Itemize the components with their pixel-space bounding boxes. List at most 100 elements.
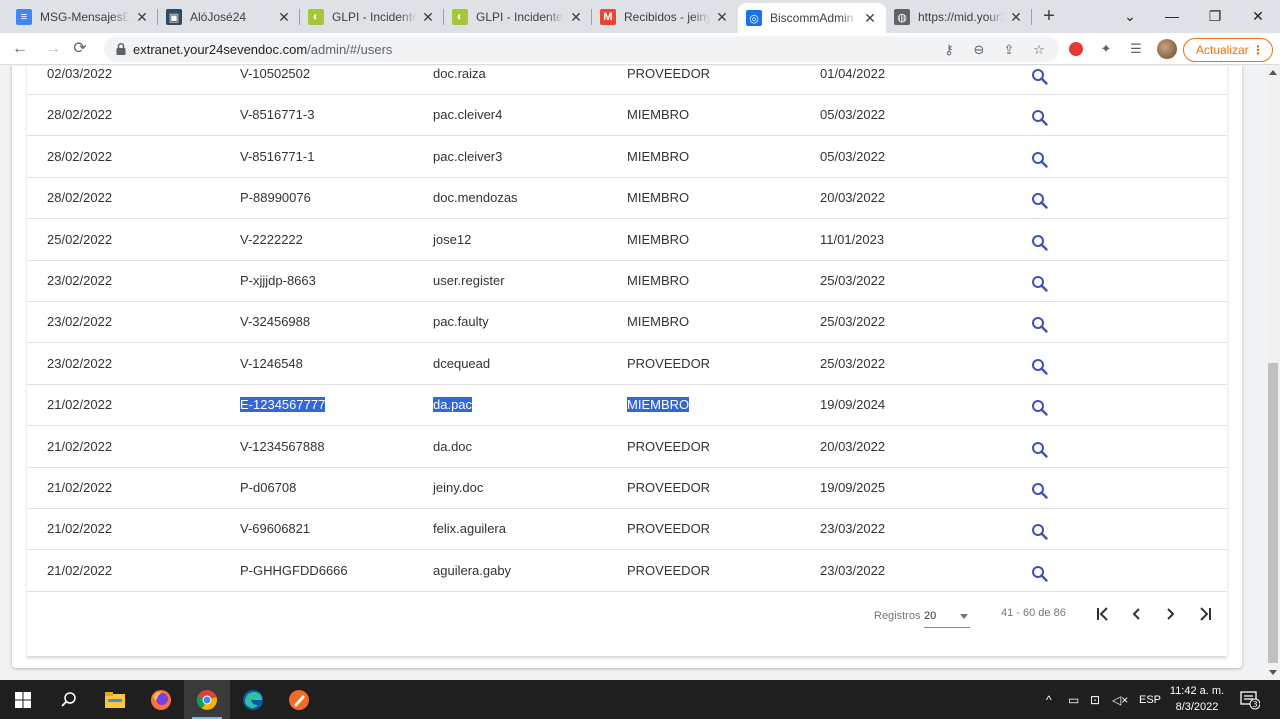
close-tab-icon[interactable]: ✕ (1008, 9, 1024, 26)
close-tab-icon[interactable]: ✕ (276, 9, 292, 26)
profile-avatar[interactable] (1157, 39, 1177, 59)
close-tab-icon[interactable]: ✕ (568, 9, 584, 26)
view-user-search-icon[interactable] (1030, 315, 1050, 335)
browser-toolbar: ← → ⟳ extranet.your24sevendoc.com/admin/… (0, 33, 1280, 65)
bookmark-star-icon[interactable]: ☆ (1030, 41, 1048, 59)
document-id-cell-text: V-1246548 (240, 355, 303, 371)
view-user-search-icon[interactable] (1030, 191, 1050, 211)
previous-page-button[interactable] (1125, 602, 1149, 626)
dropdown-arrow-icon (960, 614, 968, 619)
language-indicator[interactable]: ESP (1139, 680, 1161, 719)
username-cell: pac.faulty (433, 314, 489, 329)
clock-time: 11:42 a. m. (1169, 685, 1225, 697)
view-user-search-icon[interactable] (1030, 398, 1050, 418)
tab-title: https://mid.your2 (918, 10, 1004, 24)
page-range-label: 41 - 60 de 86 (1001, 607, 1066, 619)
page-size-label: Registros (874, 610, 921, 622)
browser-tab-3[interactable]: ◐ GLPI - Incidentes ✕ (300, 3, 444, 31)
share-icon[interactable]: ⇪ (1000, 41, 1018, 59)
forward-button[interactable]: → (42, 38, 64, 60)
expiry-date-cell: 23/03/2022 (820, 563, 885, 578)
firefox-app[interactable] (138, 680, 184, 719)
page-size-select[interactable]: 20 (924, 606, 970, 628)
document-id-cell: V-8516771-3 (240, 107, 314, 122)
paint-app[interactable] (276, 680, 322, 719)
page-size-value: 20 (924, 610, 937, 622)
view-user-search-icon[interactable] (1030, 108, 1050, 128)
extensions-puzzle-icon[interactable]: ✦ (1097, 40, 1115, 58)
table-row: 21/02/2022 V-69606821 felix.aguilera PROVEE… (27, 509, 1227, 551)
document-id-cell-text: V-69606821 (240, 521, 311, 537)
battery-icon[interactable]: ▭ (1068, 680, 1079, 719)
browser-tab-7[interactable]: ◍ https://mid.your2 ✕ (886, 3, 1032, 31)
username-cell: doc.mendozas (433, 190, 518, 205)
tab-title: Recibidos - jeiny (624, 10, 710, 24)
tab-search-button[interactable]: ⌄ (1110, 4, 1150, 28)
notifications-button[interactable]: 3 (1240, 680, 1260, 719)
tray-chevron-icon[interactable]: ^ (1046, 680, 1052, 719)
windows-taskbar: ^ ▭ ⊡ ◁× ESP 11:42 a. m. 8/3/2022 3 (0, 680, 1280, 719)
reload-button[interactable]: ⟳ (69, 38, 91, 60)
back-button[interactable]: ← (9, 38, 31, 60)
edge-app[interactable] (230, 680, 276, 719)
view-user-search-icon[interactable] (1030, 481, 1050, 501)
taskbar-search-button[interactable] (46, 680, 92, 719)
scroll-up-icon[interactable] (1269, 70, 1277, 75)
address-bar[interactable]: extranet.your24sevendoc.com/admin/#/user… (104, 36, 1059, 62)
page-scrollbar[interactable] (1266, 66, 1280, 680)
close-tab-icon[interactable]: ✕ (862, 10, 878, 27)
browser-tab-2[interactable]: ▣ AlóJosé24 ✕ (158, 3, 300, 31)
search-icon (61, 691, 76, 707)
view-user-search-icon[interactable] (1030, 233, 1050, 253)
view-user-search-icon[interactable] (1030, 522, 1050, 542)
network-icon[interactable]: ⊡ (1090, 680, 1100, 719)
last-page-button[interactable] (1193, 602, 1217, 626)
close-tab-icon[interactable]: ✕ (420, 9, 436, 26)
username-cell-text: felix.aguilera (433, 521, 506, 537)
username-cell-text: pac.faulty (433, 314, 489, 330)
key-icon[interactable]: ⚷ (940, 41, 958, 59)
zoom-icon[interactable]: ⊖ (970, 41, 988, 59)
browser-tab-1[interactable]: ≡ MSG-MensajesDe ✕ (8, 3, 158, 31)
reading-list-icon[interactable]: ☰ (1127, 40, 1145, 58)
new-tab-button[interactable]: + (1038, 6, 1060, 28)
maximize-button[interactable]: ❐ (1195, 4, 1235, 28)
view-user-search-icon[interactable] (1030, 150, 1050, 170)
document-id-cell-text: P-xjjjdp-8663 (240, 273, 316, 288)
view-user-search-icon[interactable] (1030, 274, 1050, 294)
minimize-button[interactable]: — (1152, 4, 1192, 28)
view-user-search-icon[interactable] (1030, 357, 1050, 377)
username-cell: doc.raiza (433, 66, 486, 81)
close-window-button[interactable]: ✕ (1238, 4, 1278, 28)
expiry-date-cell: 05/03/2022 (820, 107, 885, 122)
expiry-date-cell-text: 05/03/2022 (820, 107, 886, 123)
file-explorer-app[interactable] (92, 680, 138, 719)
browser-tab-4[interactable]: ◐ GLPI - Incidentes ✕ (444, 3, 592, 31)
close-tab-icon[interactable]: ✕ (134, 9, 150, 26)
first-page-button[interactable] (1091, 602, 1115, 626)
created-date-cell-text: 21/02/2022 (47, 521, 113, 537)
username-cell-text: da.pac (433, 397, 473, 413)
extension-adblock-icon[interactable] (1067, 40, 1085, 58)
scroll-down-icon[interactable] (1269, 670, 1277, 675)
view-user-search-icon[interactable] (1030, 67, 1050, 87)
close-tab-icon[interactable]: ✕ (714, 9, 730, 26)
document-id-cell: P-88990076 (240, 190, 311, 205)
start-button[interactable] (0, 680, 46, 719)
view-user-search-icon[interactable] (1030, 440, 1050, 460)
username-cell: jose12 (433, 232, 471, 247)
document-id-cell: P-GHHGFDD6666 (240, 563, 348, 578)
volume-icon[interactable]: ◁× (1112, 680, 1128, 719)
next-page-button[interactable] (1158, 602, 1182, 626)
user-type-cell-text: PROVEEDOR (627, 438, 711, 454)
user-type-cell-text: PROVEEDOR (627, 480, 711, 495)
lock-icon[interactable] (114, 42, 128, 56)
browser-tab-6[interactable]: ◎ BiscommAdmin ✕ (738, 3, 886, 33)
browser-tab-5[interactable]: M Recibidos - jeiny ✕ (592, 3, 738, 31)
view-user-search-icon[interactable] (1030, 564, 1050, 584)
system-clock[interactable]: 11:42 a. m. 8/3/2022 (1166, 683, 1228, 715)
browser-tab-strip: ≡ MSG-MensajesDe ✕ ▣ AlóJosé24 ✕ ◐ GLPI - Incid… (0, 0, 1280, 33)
scrollbar-thumb[interactable] (1268, 363, 1278, 663)
update-browser-button[interactable]: Actualizar ⋮ (1183, 38, 1273, 62)
chrome-app[interactable] (184, 680, 230, 719)
